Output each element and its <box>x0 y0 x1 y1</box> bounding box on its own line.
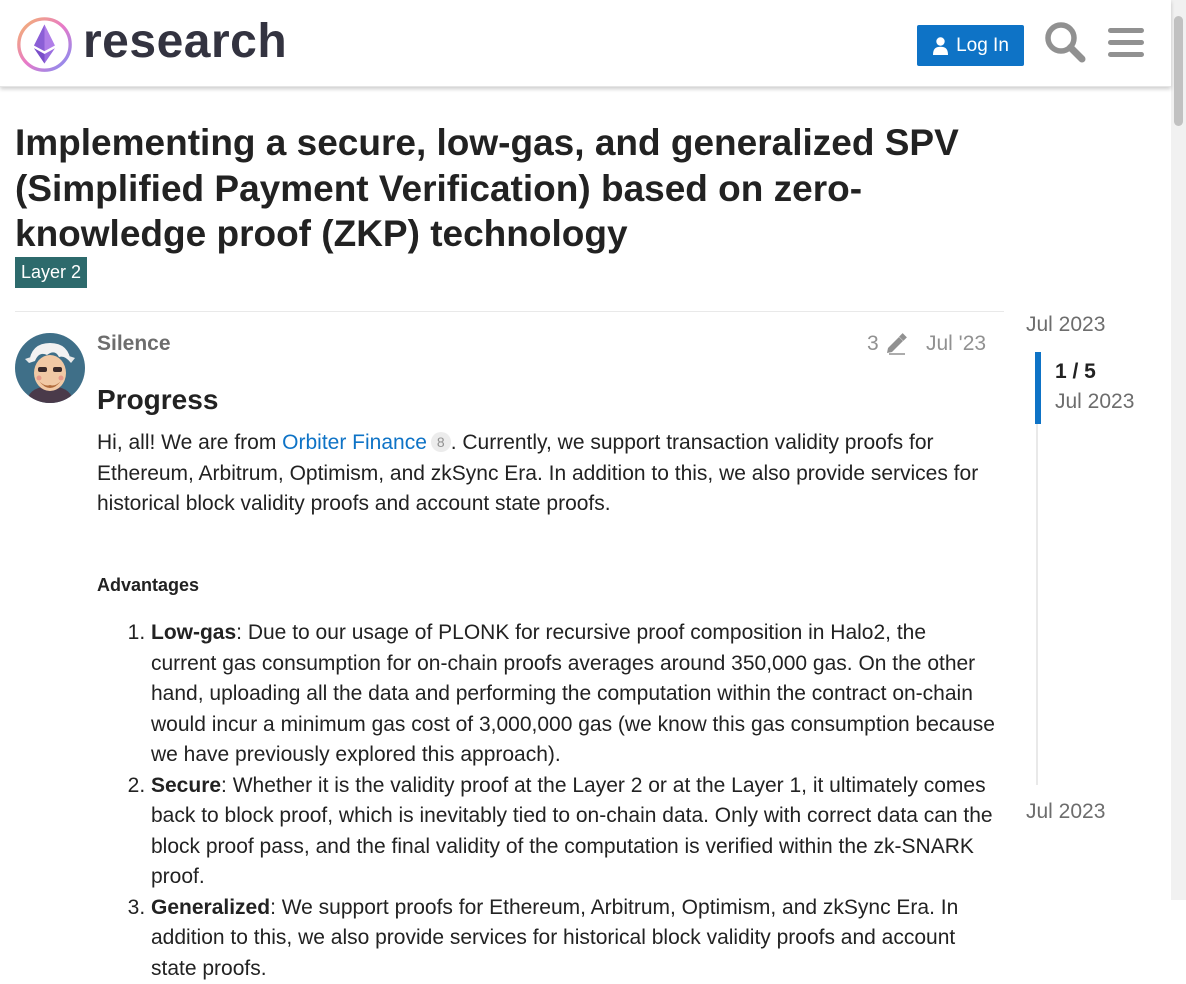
hamburger-menu-icon <box>1108 28 1144 57</box>
site-header: research Log In <box>0 0 1171 87</box>
login-button-label: Log In <box>956 34 1009 56</box>
divider <box>15 311 1004 312</box>
advantage-term: Secure <box>151 773 222 797</box>
timeline-position: 1 / 5 <box>1055 360 1096 383</box>
advantage-text: : Whether it is the validity proof at th… <box>151 773 993 889</box>
timeline-start-date[interactable]: Jul 2023 <box>1026 313 1105 337</box>
ethereum-logo-icon <box>17 17 72 72</box>
advantage-term: Low-gas <box>151 621 237 645</box>
advantages-list: Low-gas: Due to our usage of PLONK for r… <box>97 618 997 984</box>
advantage-text: : We support proofs for Ethereum, Arbitr… <box>151 895 959 980</box>
login-button[interactable]: Log In <box>917 25 1024 66</box>
pencil-icon <box>886 333 907 355</box>
list-item: Secure: Whether it is the validity proof… <box>151 771 997 893</box>
edit-count: 3 <box>867 332 879 355</box>
edit-history[interactable]: 3 <box>867 332 907 356</box>
category-badge[interactable]: Layer 2 <box>15 257 88 288</box>
site-logo[interactable]: research <box>16 16 287 73</box>
post-heading: Progress <box>97 384 219 415</box>
topic-title[interactable]: Implementing a secure, low-gas, and gene… <box>15 120 1015 257</box>
avatar[interactable] <box>15 333 85 403</box>
post-date[interactable]: Jul '23 <box>926 332 986 356</box>
scrollbar-thumb[interactable] <box>1174 16 1183 126</box>
search-button[interactable] <box>1043 20 1087 64</box>
list-item: Low-gas: Due to our usage of PLONK for r… <box>151 618 997 771</box>
link-click-count: 8 <box>430 432 451 453</box>
advantage-text: : Due to our usage of PLONK for recursiv… <box>151 621 995 767</box>
intro-text-before: Hi, all! We are from <box>97 431 283 455</box>
advantages-heading: Advantages <box>97 574 200 595</box>
user-icon <box>933 36 949 55</box>
timeline-current-date: Jul 2023 <box>1055 390 1135 413</box>
hamburger-menu-button[interactable] <box>1104 20 1148 64</box>
user-avatar-icon <box>15 333 85 403</box>
post-username[interactable]: Silence <box>97 332 171 356</box>
orbiter-finance-link[interactable]: Orbiter Finance <box>282 431 427 454</box>
search-icon <box>1045 22 1086 63</box>
timeline-handle[interactable] <box>1035 352 1041 424</box>
page-scrollbar[interactable] <box>1171 0 1186 900</box>
advantage-term: Generalized <box>151 895 271 919</box>
post-intro: Hi, all! We are from Orbiter Finance 8. C… <box>97 428 997 520</box>
list-item: Generalized: We support proofs for Ether… <box>151 893 997 984</box>
post-body: Progress Hi, all! We are from Orbiter Fi… <box>97 380 997 984</box>
logo-text: research <box>83 14 288 68</box>
timeline-end-date[interactable]: Jul 2023 <box>1026 800 1105 824</box>
